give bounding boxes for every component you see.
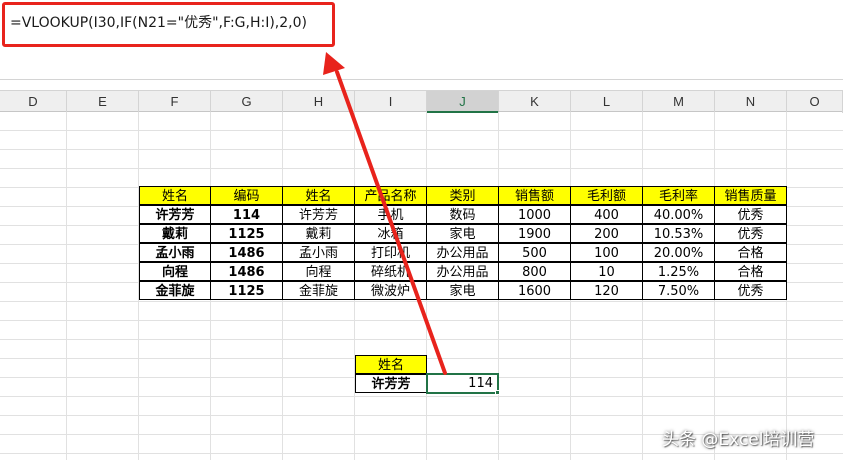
table-cell[interactable]: 家电 <box>426 281 499 300</box>
table-cell[interactable]: 114 <box>210 205 283 224</box>
lookup-result-cell[interactable]: 114 <box>426 373 499 394</box>
table-cell[interactable]: 向程 <box>139 262 211 281</box>
column-header-g[interactable]: G <box>211 91 283 113</box>
table-cell[interactable]: 合格 <box>714 243 787 262</box>
column-header-k[interactable]: K <box>499 91 571 113</box>
table-cell[interactable]: 1000 <box>498 205 571 224</box>
table-cell[interactable]: 合格 <box>714 262 787 281</box>
table-cell[interactable]: 1900 <box>498 224 571 243</box>
table-cell[interactable]: 1486 <box>210 262 283 281</box>
column-header-j[interactable]: J <box>427 91 499 113</box>
table-cell[interactable]: 打印机 <box>354 243 427 262</box>
table-header-cell[interactable]: 编码 <box>210 186 283 205</box>
table-cell[interactable]: 办公用品 <box>426 243 499 262</box>
table-cell[interactable]: 孟小雨 <box>282 243 355 262</box>
table-cell[interactable]: 优秀 <box>714 205 787 224</box>
lookup-name-cell[interactable]: 许芳芳 <box>355 374 427 393</box>
table-cell[interactable]: 500 <box>498 243 571 262</box>
table-header-cell[interactable]: 销售额 <box>498 186 571 205</box>
table-cell[interactable]: 戴莉 <box>282 224 355 243</box>
table-cell[interactable]: 40.00% <box>642 205 715 224</box>
table-header-cell[interactable]: 毛利额 <box>570 186 643 205</box>
table-cell[interactable]: 家电 <box>426 224 499 243</box>
table-cell[interactable]: 碎纸机 <box>354 262 427 281</box>
table-cell[interactable]: 许芳芳 <box>282 205 355 224</box>
table-header-cell[interactable]: 销售质量 <box>714 186 787 205</box>
table-cell[interactable]: 金菲旋 <box>139 281 211 300</box>
table-cell[interactable]: 冰箱 <box>354 224 427 243</box>
table-cell[interactable]: 200 <box>570 224 643 243</box>
table-cell[interactable]: 孟小雨 <box>139 243 211 262</box>
table-cell[interactable]: 金菲旋 <box>282 281 355 300</box>
formula-bar[interactable]: =VLOOKUP(I30,IF(N21="优秀",F:G,H:I),2,0) <box>0 0 843 80</box>
table-cell[interactable]: 120 <box>570 281 643 300</box>
column-header-l[interactable]: L <box>571 91 643 113</box>
table-cell[interactable]: 数码 <box>426 205 499 224</box>
column-header-h[interactable]: H <box>283 91 355 113</box>
table-cell[interactable]: 1.25% <box>642 262 715 281</box>
column-header-m[interactable]: M <box>643 91 715 113</box>
formula-text[interactable]: =VLOOKUP(I30,IF(N21="优秀",F:G,H:I),2,0) <box>10 12 307 32</box>
table-cell[interactable]: 10 <box>570 262 643 281</box>
table-header-cell[interactable]: 产品名称 <box>354 186 427 205</box>
table-cell[interactable]: 优秀 <box>714 281 787 300</box>
table-cell[interactable]: 20.00% <box>642 243 715 262</box>
table-cell[interactable]: 向程 <box>282 262 355 281</box>
column-header-o[interactable]: O <box>787 91 843 113</box>
table-header-cell[interactable]: 类别 <box>426 186 499 205</box>
watermark: 头条 @Excel培训营 <box>662 430 815 450</box>
table-cell[interactable]: 许芳芳 <box>139 205 211 224</box>
table-cell[interactable]: 800 <box>498 262 571 281</box>
column-header-d[interactable]: D <box>0 91 67 113</box>
column-header-e[interactable]: E <box>67 91 139 113</box>
table-cell[interactable]: 7.50% <box>642 281 715 300</box>
table-cell[interactable]: 办公用品 <box>426 262 499 281</box>
table-cell[interactable]: 1125 <box>210 224 283 243</box>
table-header-cell[interactable]: 姓名 <box>282 186 355 205</box>
table-cell[interactable]: 微波炉 <box>354 281 427 300</box>
table-cell[interactable]: 戴莉 <box>139 224 211 243</box>
fill-handle[interactable] <box>495 390 500 395</box>
column-header-f[interactable]: F <box>139 91 211 113</box>
table-cell[interactable]: 优秀 <box>714 224 787 243</box>
column-header-n[interactable]: N <box>715 91 787 113</box>
table-cell[interactable]: 1600 <box>498 281 571 300</box>
column-header-row: D E F G H I J K L M N O <box>0 90 843 113</box>
column-header-i[interactable]: I <box>355 91 427 113</box>
table-cell[interactable]: 100 <box>570 243 643 262</box>
table-cell[interactable]: 400 <box>570 205 643 224</box>
table-header-cell[interactable]: 姓名 <box>139 186 211 205</box>
table-cell[interactable]: 1125 <box>210 281 283 300</box>
table-cell[interactable]: 10.53% <box>642 224 715 243</box>
lookup-header-cell[interactable]: 姓名 <box>355 355 427 374</box>
table-header-cell[interactable]: 毛利率 <box>642 186 715 205</box>
table-cell[interactable]: 1486 <box>210 243 283 262</box>
table-cell[interactable]: 手机 <box>354 205 427 224</box>
